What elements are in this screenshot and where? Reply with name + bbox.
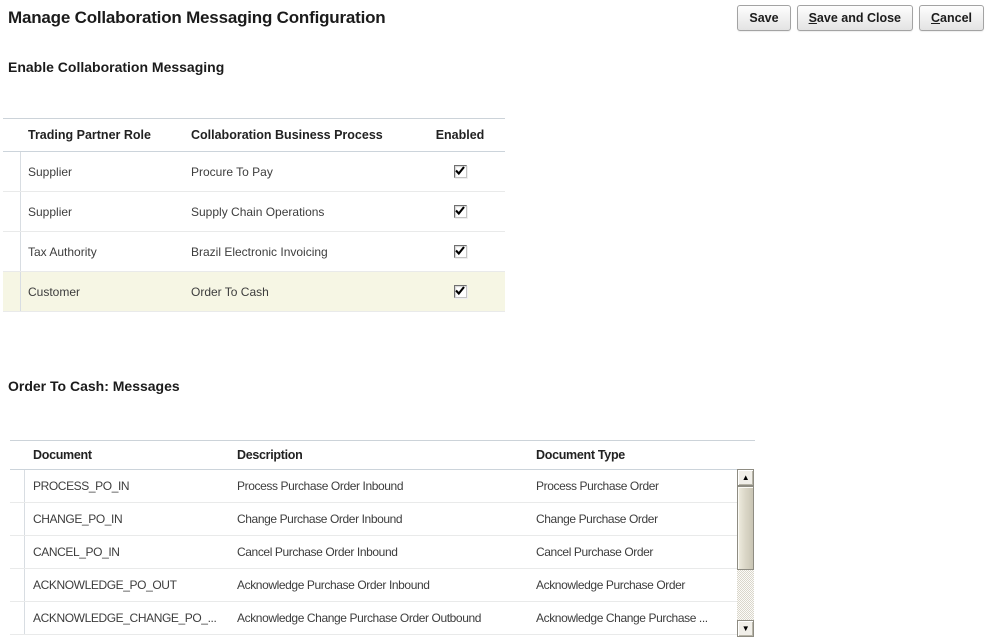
document-type-cell: Acknowledge Change Purchase ... (528, 602, 737, 634)
save-and-close-accesskey: S (809, 11, 817, 25)
toolbar: Save Save and Close Cancel (737, 5, 984, 31)
column-header-collaboration-business-process[interactable]: Collaboration Business Process (185, 128, 415, 142)
messages-section-heading: Order To Cash: Messages (8, 378, 180, 394)
row-selector[interactable] (10, 602, 25, 634)
document-type-cell: Acknowledge Purchase Order (528, 569, 737, 601)
trading-partner-role-cell: Supplier (21, 192, 185, 231)
document-cell: PROCESS_PO_IN (25, 470, 227, 502)
enabled-checkbox[interactable] (454, 205, 467, 218)
row-selector[interactable] (10, 503, 25, 535)
row-selector[interactable] (3, 232, 21, 271)
scroll-up-button[interactable]: ▲ (737, 469, 754, 486)
table-row[interactable]: Tax Authority Brazil Electronic Invoicin… (3, 232, 505, 272)
table-header-row: Document Description Document Type (10, 441, 737, 470)
cancel-accesskey: C (931, 11, 940, 25)
scroll-up-icon: ▲ (742, 474, 750, 482)
table-row[interactable]: PROCESS_PO_IN Process Purchase Order Inb… (10, 470, 737, 503)
enabled-checkbox[interactable] (454, 245, 467, 258)
table-row[interactable]: ACKNOWLEDGE_PO_OUT Acknowledge Purchase … (10, 569, 737, 602)
document-cell: CANCEL_PO_IN (25, 536, 227, 568)
scroll-down-button[interactable]: ▼ (737, 620, 754, 637)
scrollbar-track[interactable] (737, 486, 754, 620)
document-cell: ACKNOWLEDGE_PO_OUT (25, 569, 227, 601)
row-selector[interactable] (3, 152, 21, 191)
description-cell: Cancel Purchase Order Inbound (227, 536, 528, 568)
business-process-cell: Order To Cash (185, 272, 415, 311)
check-icon (455, 206, 465, 216)
description-cell: Change Purchase Order Inbound (227, 503, 528, 535)
table-row[interactable]: CANCEL_PO_IN Cancel Purchase Order Inbou… (10, 536, 737, 569)
table-row[interactable]: ACKNOWLEDGE_CHANGE_PO_... Acknowledge Ch… (10, 602, 737, 635)
table-row[interactable]: Supplier Procure To Pay (3, 152, 505, 192)
column-header-document-type[interactable]: Document Type (528, 448, 737, 462)
enable-section-heading: Enable Collaboration Messaging (8, 59, 224, 75)
document-type-cell: Change Purchase Order (528, 503, 737, 535)
business-process-cell: Brazil Electronic Invoicing (185, 232, 415, 271)
description-cell: Acknowledge Purchase Order Inbound (227, 569, 528, 601)
row-selector[interactable] (3, 272, 21, 311)
description-cell: Process Purchase Order Inbound (227, 470, 528, 502)
enabled-checkbox[interactable] (454, 165, 467, 178)
scrollbar-thumb[interactable] (737, 486, 754, 570)
table-row[interactable]: Customer Order To Cash (3, 272, 505, 312)
check-icon (455, 286, 465, 296)
check-icon (455, 166, 465, 176)
document-cell: ACKNOWLEDGE_CHANGE_PO_... (25, 602, 227, 634)
enable-collaboration-table: Trading Partner Role Collaboration Busin… (3, 118, 505, 312)
description-cell: Acknowledge Change Purchase Order Outbou… (227, 602, 528, 634)
row-selector[interactable] (10, 470, 25, 502)
column-header-trading-partner-role[interactable]: Trading Partner Role (21, 128, 185, 142)
business-process-cell: Procure To Pay (185, 152, 415, 191)
row-selector[interactable] (10, 569, 25, 601)
business-process-cell: Supply Chain Operations (185, 192, 415, 231)
trading-partner-role-cell: Customer (21, 272, 185, 311)
save-and-close-label: ave and Close (817, 11, 901, 25)
table-row[interactable]: CHANGE_PO_IN Change Purchase Order Inbou… (10, 503, 737, 536)
vertical-scrollbar: ▲ ▼ (737, 469, 754, 637)
page-title: Manage Collaboration Messaging Configura… (8, 8, 386, 28)
table-row[interactable]: Supplier Supply Chain Operations (3, 192, 505, 232)
trading-partner-role-cell: Tax Authority (21, 232, 185, 271)
save-and-close-button[interactable]: Save and Close (797, 5, 913, 31)
column-header-document[interactable]: Document (25, 448, 227, 462)
document-cell: CHANGE_PO_IN (25, 503, 227, 535)
check-icon (455, 246, 465, 256)
order-to-cash-messages-table: Document Description Document Type PROCE… (10, 440, 755, 637)
document-type-cell: Process Purchase Order (528, 470, 737, 502)
trading-partner-role-cell: Supplier (21, 152, 185, 191)
enabled-checkbox[interactable] (454, 285, 467, 298)
save-button[interactable]: Save (737, 5, 790, 31)
column-header-description[interactable]: Description (227, 448, 528, 462)
cancel-button[interactable]: Cancel (919, 5, 984, 31)
cancel-label: ancel (940, 11, 972, 25)
column-header-enabled[interactable]: Enabled (415, 128, 505, 142)
document-type-cell: Cancel Purchase Order (528, 536, 737, 568)
row-selector[interactable] (3, 192, 21, 231)
scroll-down-icon: ▼ (742, 625, 750, 633)
row-selector[interactable] (10, 536, 25, 568)
table-header-row: Trading Partner Role Collaboration Busin… (3, 118, 505, 152)
